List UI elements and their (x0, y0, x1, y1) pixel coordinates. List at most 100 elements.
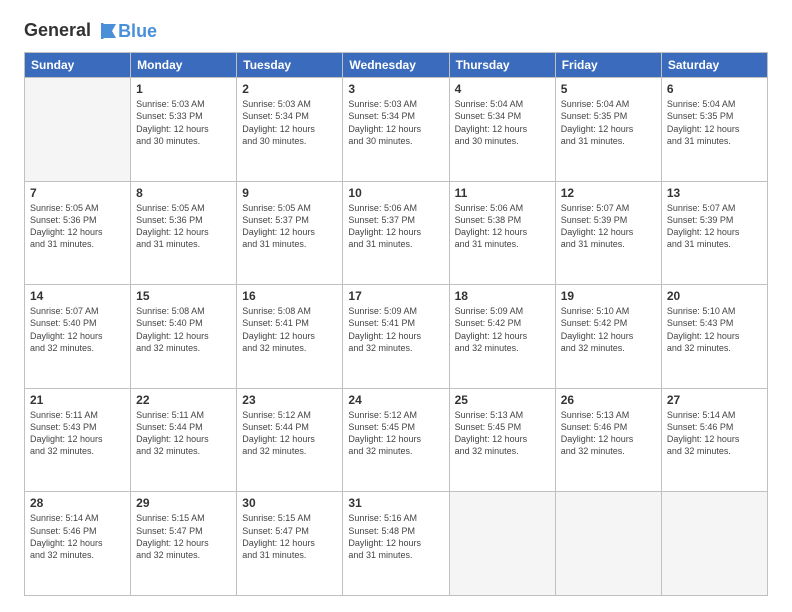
day-number: 27 (667, 393, 762, 407)
day-info: Sunrise: 5:06 AM Sunset: 5:37 PM Dayligh… (348, 202, 443, 251)
day-cell: 14 Sunrise: 5:07 AM Sunset: 5:40 PM Dayli… (25, 285, 131, 389)
day-info: Sunrise: 5:12 AM Sunset: 5:44 PM Dayligh… (242, 409, 337, 458)
day-info: Sunrise: 5:13 AM Sunset: 5:45 PM Dayligh… (455, 409, 550, 458)
day-cell: 25 Sunrise: 5:13 AM Sunset: 5:45 PM Dayli… (449, 388, 555, 492)
day-cell: 3 Sunrise: 5:03 AM Sunset: 5:34 PM Daylig… (343, 78, 449, 182)
day-info: Sunrise: 5:06 AM Sunset: 5:38 PM Dayligh… (455, 202, 550, 251)
day-cell: 15Sunrise: 5:08 AM Sunset: 5:40 PM Dayli… (131, 285, 237, 389)
day-number: 8 (136, 186, 231, 200)
logo-blue: Blue (118, 21, 157, 42)
day-cell: 23 Sunrise: 5:12 AM Sunset: 5:44 PM Dayli… (237, 388, 343, 492)
day-number: 29 (136, 496, 231, 510)
day-number: 13 (667, 186, 762, 200)
day-cell: 1 Sunrise: 5:03 AM Sunset: 5:33 PM Daylig… (131, 78, 237, 182)
day-number: 14 (30, 289, 125, 303)
day-info: Sunrise: 5:03 AM Sunset: 5:34 PM Dayligh… (348, 98, 443, 147)
week-row-4: 21 Sunrise: 5:11 AM Sunset: 5:43 PM Dayli… (25, 388, 768, 492)
week-row-1: 1 Sunrise: 5:03 AM Sunset: 5:33 PM Daylig… (25, 78, 768, 182)
day-number: 16 (242, 289, 337, 303)
week-row-2: 7 Sunrise: 5:05 AM Sunset: 5:36 PM Daylig… (25, 181, 768, 285)
day-cell (449, 492, 555, 596)
day-cell: 26Sunrise: 5:13 AM Sunset: 5:46 PM Dayli… (555, 388, 661, 492)
day-info: Sunrise: 5:04 AM Sunset: 5:35 PM Dayligh… (561, 98, 656, 147)
day-cell: 22 Sunrise: 5:11 AM Sunset: 5:44 PM Dayli… (131, 388, 237, 492)
day-number: 21 (30, 393, 125, 407)
weekday-tuesday: Tuesday (237, 53, 343, 78)
day-info: Sunrise: 5:16 AM Sunset: 5:48 PM Dayligh… (348, 512, 443, 561)
weekday-saturday: Saturday (661, 53, 767, 78)
day-number: 19 (561, 289, 656, 303)
day-number: 15 (136, 289, 231, 303)
day-info: Sunrise: 5:04 AM Sunset: 5:35 PM Dayligh… (667, 98, 762, 147)
day-number: 2 (242, 82, 337, 96)
day-number: 4 (455, 82, 550, 96)
day-number: 7 (30, 186, 125, 200)
day-cell: 21 Sunrise: 5:11 AM Sunset: 5:43 PM Dayli… (25, 388, 131, 492)
day-number: 26 (561, 393, 656, 407)
day-info: Sunrise: 5:05 AM Sunset: 5:36 PM Dayligh… (136, 202, 231, 251)
day-cell: 4 Sunrise: 5:04 AM Sunset: 5:34 PM Daylig… (449, 78, 555, 182)
day-info: Sunrise: 5:15 AM Sunset: 5:47 PM Dayligh… (136, 512, 231, 561)
page: General Blue SundayMondayTuesdayWednesda… (0, 0, 792, 612)
day-number: 3 (348, 82, 443, 96)
day-cell (555, 492, 661, 596)
day-cell: 24 Sunrise: 5:12 AM Sunset: 5:45 PM Dayli… (343, 388, 449, 492)
day-info: Sunrise: 5:11 AM Sunset: 5:43 PM Dayligh… (30, 409, 125, 458)
day-cell: 20 Sunrise: 5:10 AM Sunset: 5:43 PM Dayli… (661, 285, 767, 389)
day-cell: 8 Sunrise: 5:05 AM Sunset: 5:36 PM Daylig… (131, 181, 237, 285)
day-info: Sunrise: 5:08 AM Sunset: 5:41 PM Dayligh… (242, 305, 337, 354)
day-number: 30 (242, 496, 337, 510)
day-cell: 28 Sunrise: 5:14 AM Sunset: 5:46 PM Dayli… (25, 492, 131, 596)
day-cell: 30 Sunrise: 5:15 AM Sunset: 5:47 PM Dayli… (237, 492, 343, 596)
day-info: Sunrise: 5:14 AM Sunset: 5:46 PM Dayligh… (30, 512, 125, 561)
day-cell: 9 Sunrise: 5:05 AM Sunset: 5:37 PM Daylig… (237, 181, 343, 285)
day-number: 25 (455, 393, 550, 407)
weekday-thursday: Thursday (449, 53, 555, 78)
weekday-wednesday: Wednesday (343, 53, 449, 78)
week-row-3: 14 Sunrise: 5:07 AM Sunset: 5:40 PM Dayli… (25, 285, 768, 389)
day-number: 5 (561, 82, 656, 96)
day-number: 18 (455, 289, 550, 303)
day-info: Sunrise: 5:12 AM Sunset: 5:45 PM Dayligh… (348, 409, 443, 458)
day-info: Sunrise: 5:07 AM Sunset: 5:40 PM Dayligh… (30, 305, 125, 354)
day-number: 23 (242, 393, 337, 407)
day-info: Sunrise: 5:05 AM Sunset: 5:37 PM Dayligh… (242, 202, 337, 251)
day-info: Sunrise: 5:10 AM Sunset: 5:43 PM Dayligh… (667, 305, 762, 354)
day-info: Sunrise: 5:05 AM Sunset: 5:36 PM Dayligh… (30, 202, 125, 251)
day-cell: 10 Sunrise: 5:06 AM Sunset: 5:37 PM Dayli… (343, 181, 449, 285)
day-info: Sunrise: 5:07 AM Sunset: 5:39 PM Dayligh… (667, 202, 762, 251)
day-info: Sunrise: 5:07 AM Sunset: 5:39 PM Dayligh… (561, 202, 656, 251)
day-number: 6 (667, 82, 762, 96)
day-number: 31 (348, 496, 443, 510)
day-cell: 16 Sunrise: 5:08 AM Sunset: 5:41 PM Dayli… (237, 285, 343, 389)
day-cell: 31 Sunrise: 5:16 AM Sunset: 5:48 PM Dayli… (343, 492, 449, 596)
day-number: 1 (136, 82, 231, 96)
day-cell: 7 Sunrise: 5:05 AM Sunset: 5:36 PM Daylig… (25, 181, 131, 285)
day-info: Sunrise: 5:14 AM Sunset: 5:46 PM Dayligh… (667, 409, 762, 458)
day-info: Sunrise: 5:03 AM Sunset: 5:33 PM Dayligh… (136, 98, 231, 147)
day-number: 9 (242, 186, 337, 200)
day-number: 10 (348, 186, 443, 200)
day-cell: 18Sunrise: 5:09 AM Sunset: 5:42 PM Dayli… (449, 285, 555, 389)
weekday-monday: Monday (131, 53, 237, 78)
day-info: Sunrise: 5:03 AM Sunset: 5:34 PM Dayligh… (242, 98, 337, 147)
day-cell: 2 Sunrise: 5:03 AM Sunset: 5:34 PM Daylig… (237, 78, 343, 182)
day-number: 24 (348, 393, 443, 407)
weekday-friday: Friday (555, 53, 661, 78)
day-info: Sunrise: 5:04 AM Sunset: 5:34 PM Dayligh… (455, 98, 550, 147)
day-cell: 13 Sunrise: 5:07 AM Sunset: 5:39 PM Dayli… (661, 181, 767, 285)
day-cell (661, 492, 767, 596)
day-info: Sunrise: 5:15 AM Sunset: 5:47 PM Dayligh… (242, 512, 337, 561)
logo: General Blue (24, 20, 157, 42)
day-cell: 17Sunrise: 5:09 AM Sunset: 5:41 PM Dayli… (343, 285, 449, 389)
day-cell: 19Sunrise: 5:10 AM Sunset: 5:42 PM Dayli… (555, 285, 661, 389)
day-number: 22 (136, 393, 231, 407)
day-info: Sunrise: 5:11 AM Sunset: 5:44 PM Dayligh… (136, 409, 231, 458)
day-number: 28 (30, 496, 125, 510)
day-number: 12 (561, 186, 656, 200)
weekday-header-row: SundayMondayTuesdayWednesdayThursdayFrid… (25, 53, 768, 78)
day-cell: 29 Sunrise: 5:15 AM Sunset: 5:47 PM Dayli… (131, 492, 237, 596)
day-number: 20 (667, 289, 762, 303)
weekday-sunday: Sunday (25, 53, 131, 78)
day-cell (25, 78, 131, 182)
